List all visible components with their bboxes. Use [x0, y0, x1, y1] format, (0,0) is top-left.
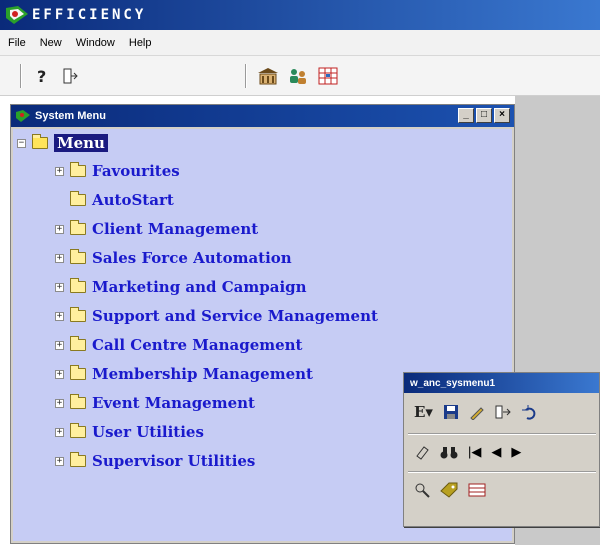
tree-item-label: AutoStart	[92, 191, 174, 209]
exit-icon[interactable]	[58, 64, 82, 88]
close-button[interactable]: ×	[494, 108, 510, 123]
tree-item-autostart[interactable]: AutoStart	[70, 188, 174, 212]
palette-row-1: E▾	[414, 399, 537, 425]
expand-icon[interactable]: +	[55, 253, 64, 263]
system-menu-title: System Menu	[35, 110, 106, 122]
tree-item-sales-force-automation[interactable]: + Sales Force Automation	[55, 246, 292, 270]
insert-row-icon[interactable]	[495, 404, 511, 420]
expand-icon[interactable]: +	[55, 311, 64, 321]
next-record-icon[interactable]: ▶	[511, 444, 521, 460]
pencil-icon[interactable]	[469, 404, 485, 420]
user-search-icon[interactable]	[414, 482, 430, 498]
menu-file[interactable]: File	[8, 37, 26, 49]
folder-icon	[70, 220, 86, 235]
expand-icon[interactable]: +	[55, 224, 64, 234]
tree-item-supervisor-utilities[interactable]: + Supervisor Utilities	[55, 449, 255, 473]
tree-item-label: User Utilities	[92, 423, 204, 441]
tree-root[interactable]: − Menu	[17, 131, 108, 155]
palette-title: w_anc_sysmenu1	[410, 377, 496, 389]
tree-item-label: Client Management	[92, 220, 259, 238]
tree-item-label: Supervisor Utilities	[92, 452, 256, 470]
tree-item-user-utilities[interactable]: + User Utilities	[55, 420, 204, 444]
binoculars-icon[interactable]	[440, 444, 458, 460]
expand-icon[interactable]: +	[55, 369, 64, 379]
tree-root-label: Menu	[54, 134, 108, 152]
tree-item-label: Event Management	[92, 394, 255, 412]
eraser-icon[interactable]	[414, 444, 430, 460]
undo-icon[interactable]	[521, 404, 537, 420]
menubar: File New Window Help	[0, 30, 600, 56]
palette-separator	[408, 433, 596, 435]
folder-icon	[70, 423, 86, 438]
palette-separator	[408, 471, 596, 473]
menu-window[interactable]: Window	[76, 37, 115, 49]
toolbar-separator	[20, 64, 22, 88]
folder-icon	[70, 365, 86, 380]
expand-icon[interactable]: +	[55, 427, 64, 437]
tree-item-favourites[interactable]: + Favourites	[55, 159, 180, 183]
menu-new[interactable]: New	[40, 37, 62, 49]
building-icon[interactable]	[256, 64, 280, 88]
expand-icon[interactable]: +	[55, 398, 64, 408]
tag-icon[interactable]	[440, 482, 458, 498]
folder-icon	[70, 394, 86, 409]
tree-item-marketing-and-campaign[interactable]: + Marketing and Campaign	[55, 275, 307, 299]
edit-dropdown-icon[interactable]: E▾	[414, 403, 433, 421]
tree-item-label: Support and Service Management	[92, 307, 378, 325]
save-icon[interactable]	[443, 404, 459, 420]
tool-palette-window: w_anc_sysmenu1 E▾ |◀ ◀ ▶	[403, 372, 600, 527]
system-menu-icon	[16, 110, 30, 122]
tree-item-client-management[interactable]: + Client Management	[55, 217, 258, 241]
help-icon[interactable]: ?	[30, 64, 54, 88]
folder-icon	[70, 191, 86, 206]
folder-icon	[70, 336, 86, 351]
folder-icon	[70, 162, 86, 177]
restore-button[interactable]: □	[476, 108, 492, 123]
report-icon[interactable]	[468, 482, 486, 498]
menu-help[interactable]: Help	[129, 37, 152, 49]
toolbar-separator	[245, 64, 247, 88]
tree-item-label: Sales Force Automation	[92, 249, 292, 267]
folder-icon	[70, 278, 86, 293]
collapse-icon[interactable]: −	[17, 138, 26, 148]
app-title: EFFICIENCY	[32, 7, 147, 23]
tree-item-label: Marketing and Campaign	[92, 278, 307, 296]
palette-row-3	[414, 477, 486, 503]
folder-icon	[70, 452, 86, 467]
tree-item-membership-management[interactable]: + Membership Management	[55, 362, 313, 386]
system-menu-titlebar[interactable]: System Menu _ □ ×	[11, 105, 514, 127]
tree-item-call-centre-management[interactable]: + Call Centre Management	[55, 333, 303, 357]
users-icon[interactable]	[286, 64, 310, 88]
workspace: System Menu _ □ × − Menu + Favourites Au…	[0, 96, 600, 545]
tree-item-label: Membership Management	[92, 365, 313, 383]
tree-item-label: Favourites	[92, 162, 180, 180]
palette-row-2: |◀ ◀ ▶	[414, 439, 521, 465]
tree-item-event-management[interactable]: + Event Management	[55, 391, 255, 415]
app-titlebar: EFFICIENCY	[0, 0, 600, 30]
expand-icon[interactable]: +	[55, 340, 64, 350]
folder-icon	[70, 249, 86, 264]
previous-record-icon[interactable]: ◀	[491, 444, 501, 460]
tree-item-support-and-service-management[interactable]: + Support and Service Management	[55, 304, 378, 328]
expand-icon[interactable]: +	[55, 456, 64, 466]
folder-open-icon	[32, 134, 48, 149]
grid-icon[interactable]	[316, 64, 340, 88]
svg-text:?: ?	[37, 67, 46, 86]
app-logo-icon	[4, 4, 30, 26]
first-record-icon[interactable]: |◀	[468, 444, 481, 460]
palette-titlebar[interactable]: w_anc_sysmenu1	[404, 373, 599, 393]
expand-icon[interactable]: +	[55, 166, 64, 176]
main-toolbar: ?	[0, 56, 600, 96]
folder-icon	[70, 307, 86, 322]
expand-icon[interactable]: +	[55, 282, 64, 292]
tree-item-label: Call Centre Management	[92, 336, 303, 354]
minimize-button[interactable]: _	[458, 108, 474, 123]
